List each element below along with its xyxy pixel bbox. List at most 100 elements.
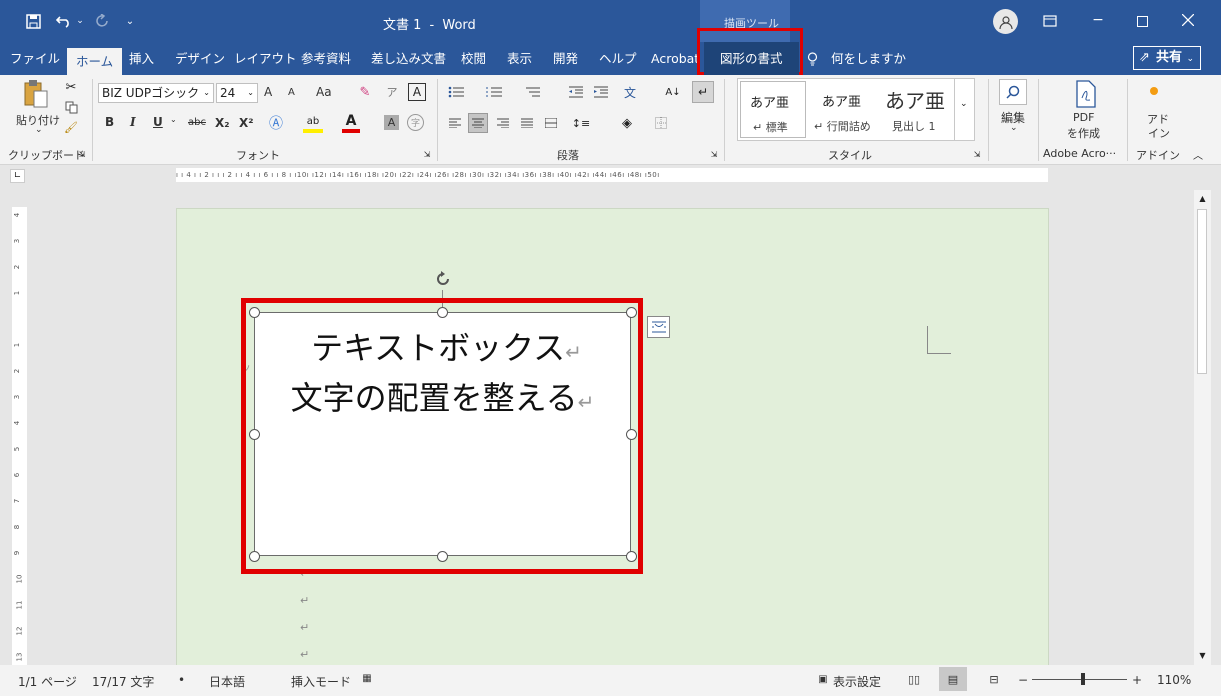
tell-me-search[interactable]: 何をしますか xyxy=(831,42,906,75)
print-layout-icon[interactable]: ▤ xyxy=(939,667,967,691)
page-count[interactable]: 1/1 ページ xyxy=(18,673,77,690)
tab-acrobat[interactable]: Acrobat xyxy=(651,42,699,75)
justify-icon[interactable] xyxy=(518,115,536,131)
undo-dropdown-icon[interactable]: ⌄ xyxy=(75,14,85,28)
textbox-line-1[interactable]: テキストボックス↵ xyxy=(255,325,630,375)
vertical-ruler[interactable]: 4 3 2 1 1 2 3 4 5 6 7 8 9 10 11 12 13 xyxy=(12,207,27,665)
superscript-button[interactable]: X² xyxy=(239,116,254,130)
distributed-icon[interactable] xyxy=(542,115,560,131)
lightbulb-icon[interactable] xyxy=(805,50,819,68)
font-name-box[interactable]: BIZ UDPゴシック ⌄ xyxy=(98,83,214,103)
rotate-handle-icon[interactable] xyxy=(432,268,454,290)
tab-help[interactable]: ヘルプ xyxy=(599,42,637,75)
close-icon[interactable] xyxy=(1179,11,1197,29)
save-icon[interactable] xyxy=(24,12,42,30)
enclose-characters-icon[interactable]: 字 xyxy=(407,114,424,131)
style-no-spacing[interactable]: あア亜 ↵ 行間詰め xyxy=(810,81,880,138)
zoom-level[interactable]: 110% xyxy=(1157,673,1191,687)
shading-icon[interactable]: ◈ xyxy=(617,113,637,133)
tab-selector-icon[interactable]: ∟ xyxy=(10,169,25,183)
underline-button[interactable]: U xyxy=(153,115,163,129)
scroll-up-icon[interactable]: ▲ xyxy=(1195,191,1210,206)
copy-icon[interactable] xyxy=(63,99,79,115)
sort-icon[interactable]: A↓ xyxy=(664,83,682,101)
shrink-font-button[interactable]: A xyxy=(288,87,295,98)
tab-developer[interactable]: 開発 xyxy=(553,42,578,75)
highlight-color-icon[interactable]: ab xyxy=(303,113,323,133)
undo-icon[interactable] xyxy=(54,11,74,31)
account-avatar-icon[interactable] xyxy=(993,9,1018,34)
qat-customize-icon[interactable]: ⌄ xyxy=(124,14,136,28)
zoom-out-button[interactable]: − xyxy=(1018,673,1028,687)
resize-handle-left[interactable] xyxy=(249,429,260,440)
minimize-icon[interactable]: − xyxy=(1088,10,1108,30)
font-launcher-icon[interactable]: ⇲ xyxy=(422,149,432,159)
tab-references[interactable]: 参考資料 xyxy=(301,42,351,75)
tab-mailings[interactable]: 差し込み文書 xyxy=(371,42,446,75)
font-size-box[interactable]: 24 ⌄ xyxy=(216,83,258,103)
borders-icon[interactable] xyxy=(653,115,669,131)
addins-icon[interactable] xyxy=(1146,83,1162,99)
change-case-button[interactable]: Aa xyxy=(316,85,332,99)
textbox[interactable]: テキストボックス↵ 文字の配置を整える↵ xyxy=(254,312,631,556)
create-pdf-icon[interactable] xyxy=(1072,79,1100,109)
read-mode-icon[interactable]: ▯▯ xyxy=(905,671,923,687)
tab-insert[interactable]: 挿入 xyxy=(129,42,154,75)
vertical-scrollbar[interactable]: ▲ ▼ xyxy=(1194,190,1211,665)
display-settings-icon[interactable]: ▣ xyxy=(815,672,831,686)
bold-button[interactable]: B xyxy=(105,115,114,129)
align-center-icon[interactable] xyxy=(468,113,488,133)
tab-shape-format[interactable]: 図形の書式 xyxy=(704,42,799,75)
paste-dropdown-icon[interactable]: ⌄ xyxy=(35,125,43,135)
resize-handle-top-right[interactable] xyxy=(626,307,637,318)
phonetic-guide-icon[interactable]: ア xyxy=(384,83,400,101)
align-left-icon[interactable] xyxy=(446,115,464,131)
character-shading-icon[interactable]: A xyxy=(384,115,399,130)
grow-font-button[interactable]: A xyxy=(264,85,272,99)
resize-handle-top[interactable] xyxy=(437,307,448,318)
paste-icon[interactable] xyxy=(22,77,50,111)
tab-design[interactable]: デザイン xyxy=(175,42,225,75)
word-count[interactable]: 17/17 文字 xyxy=(92,673,154,690)
clear-formatting-icon[interactable]: ✎ xyxy=(356,83,374,101)
align-right-icon[interactable] xyxy=(494,115,512,131)
share-button[interactable]: ⇗ 共有 ⌄ xyxy=(1133,46,1201,70)
styles-launcher-icon[interactable]: ⇲ xyxy=(972,149,982,159)
macro-record-icon[interactable]: ▦ xyxy=(360,671,374,685)
numbering-icon[interactable] xyxy=(484,83,504,101)
tab-view[interactable]: 表示 xyxy=(507,42,532,75)
subscript-button[interactable]: X₂ xyxy=(215,116,230,130)
horizontal-ruler[interactable]: ı ı 4 ı ı 2 ı ı ı 2 ı ı 4 ı ı 6 ı ı 8 ı … xyxy=(176,168,1048,182)
multilevel-list-icon[interactable] xyxy=(522,83,542,101)
web-layout-icon[interactable]: ⊟ xyxy=(985,671,1003,687)
underline-dropdown-icon[interactable]: ⌄ xyxy=(170,115,177,124)
tab-file[interactable]: ファイル xyxy=(10,42,60,75)
bullets-icon[interactable] xyxy=(446,83,466,101)
font-color-icon[interactable]: A xyxy=(342,113,360,133)
tab-review[interactable]: 校閲 xyxy=(461,42,486,75)
resize-handle-right[interactable] xyxy=(626,429,637,440)
italic-button[interactable]: I xyxy=(130,115,136,129)
editing-dropdown-icon[interactable]: ⌄ xyxy=(1010,123,1018,133)
insert-mode-indicator[interactable]: 挿入モード xyxy=(291,673,351,690)
show-formatting-marks-icon[interactable]: ↵ xyxy=(692,81,714,103)
search-icon[interactable] xyxy=(999,79,1027,105)
asian-layout-icon[interactable]: 文 xyxy=(620,83,640,101)
resize-handle-bottom-right[interactable] xyxy=(626,551,637,562)
increase-indent-icon[interactable] xyxy=(592,83,610,101)
maximize-icon[interactable] xyxy=(1133,12,1151,30)
pdf-label-2[interactable]: を作成 xyxy=(1067,125,1100,141)
styles-more-button[interactable]: ⌄ xyxy=(954,79,974,140)
strikethrough-button[interactable]: abc xyxy=(188,117,206,128)
redo-icon[interactable] xyxy=(92,11,112,31)
tab-layout[interactable]: レイアウト xyxy=(234,42,297,75)
zoom-slider-thumb[interactable] xyxy=(1081,673,1085,685)
line-spacing-icon[interactable]: ↕≡ xyxy=(570,115,592,131)
collapse-ribbon-icon[interactable]: ︿ xyxy=(1191,147,1205,162)
pdf-label-1[interactable]: PDF xyxy=(1073,111,1094,124)
resize-handle-bottom[interactable] xyxy=(437,551,448,562)
tab-home[interactable]: ホーム xyxy=(67,48,123,75)
clipboard-launcher-icon[interactable]: ⇲ xyxy=(77,149,87,159)
addins-label-2[interactable]: イン xyxy=(1148,125,1170,141)
zoom-slider-track[interactable] xyxy=(1032,679,1127,680)
